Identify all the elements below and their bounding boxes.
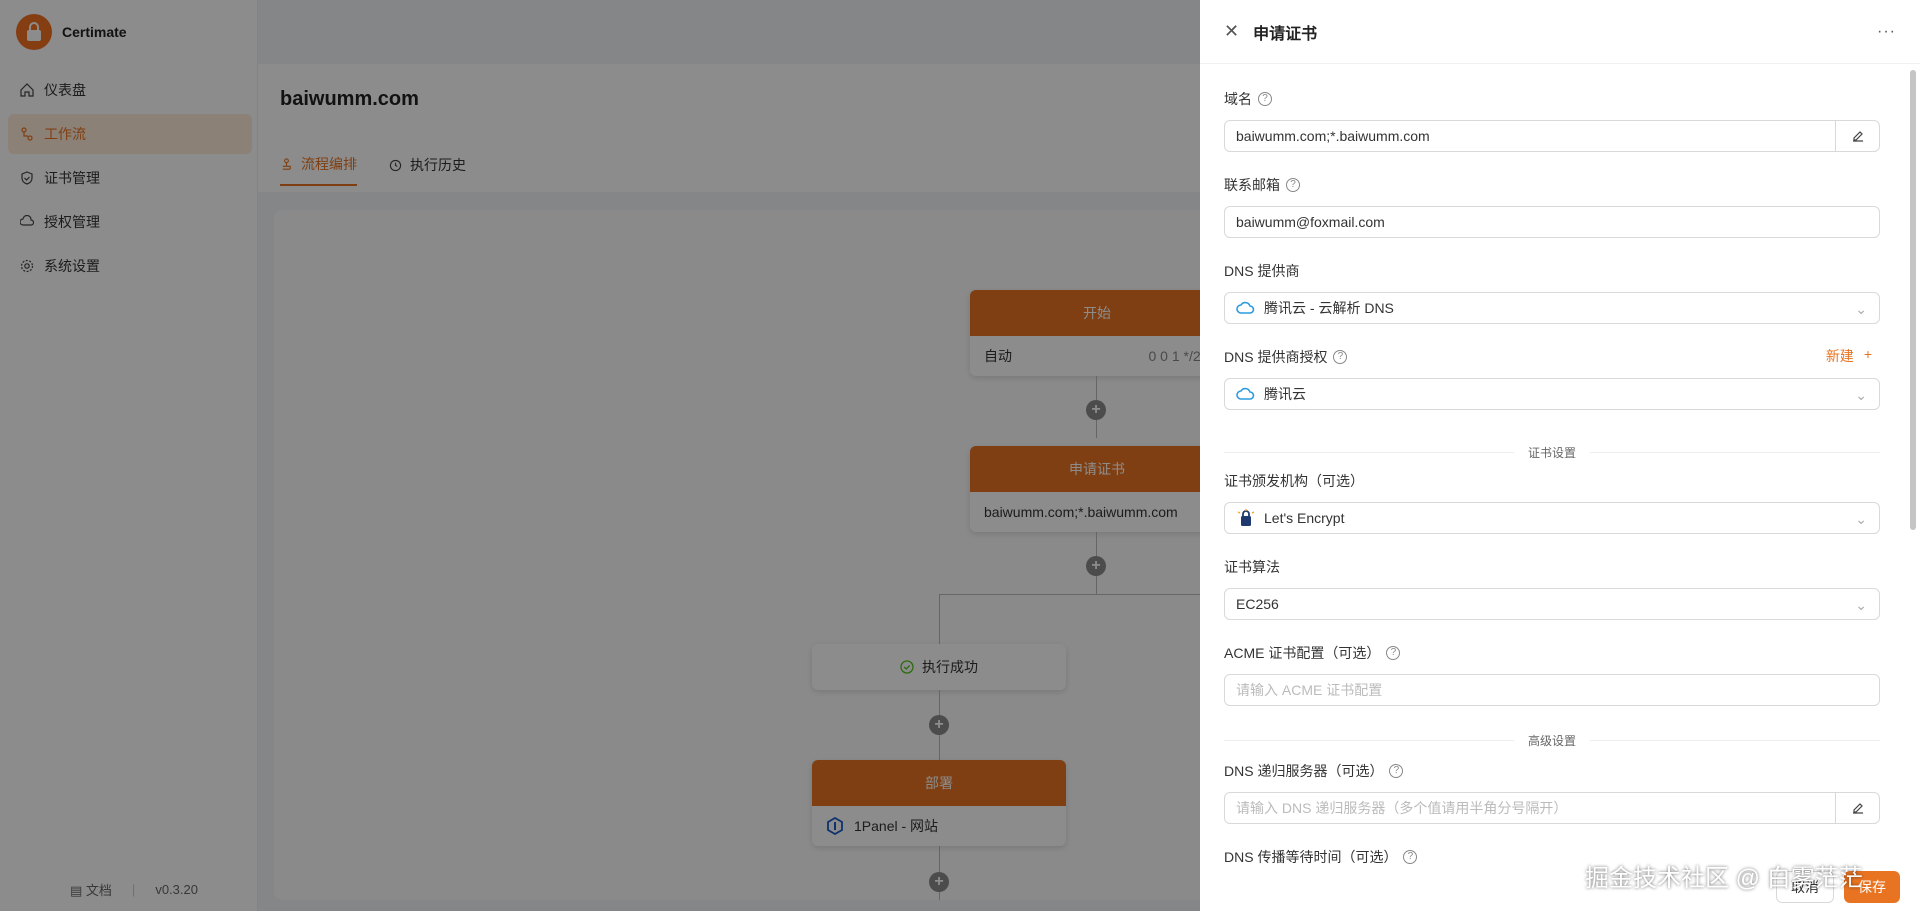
select-value: Let's Encrypt [1264,510,1345,526]
field-label: 联系邮箱 [1224,177,1280,193]
select-value: 腾讯云 - 云解析 DNS [1264,300,1394,316]
more-icon[interactable]: ··· [1877,23,1896,41]
field-label: 证书算法 [1224,559,1280,575]
algorithm-select[interactable]: EC256 ⌄ [1224,588,1880,620]
edit-icon[interactable] [1835,793,1879,823]
tencent-cloud-icon [1236,387,1256,401]
section-divider: 高级设置 [1224,730,1880,750]
chevron-down-icon: ⌄ [1855,301,1867,317]
placeholder-text: 请输入 ACME 证书配置 [1236,682,1383,698]
drawer-title: 申请证书 [1253,25,1318,43]
ca-field: 证书颁发机构（可选） Let's Encrypt ⌄ [1224,470,1880,534]
link-label: 新建 [1825,348,1854,364]
select-value: EC256 [1236,596,1279,612]
watermark-text: 掘金技术社区 @ 白雾茫茫 [1585,865,1863,892]
email-field: 联系邮箱? baiwumm@foxmail.com [1224,174,1880,238]
domain-input[interactable]: baiwumm.com;*.baiwumm.com [1224,120,1880,152]
new-access-link[interactable]: 新建 + [1826,346,1872,366]
tencent-cloud-icon [1236,301,1256,315]
input-value: baiwumm.com;*.baiwumm.com [1236,128,1430,144]
edit-icon[interactable] [1835,121,1879,151]
section-divider: 证书设置 [1224,442,1880,462]
dns-access-select[interactable]: 腾讯云 ⌄ [1224,378,1880,410]
letsencrypt-icon [1236,509,1256,527]
field-label: ACME 证书配置（可选） [1224,645,1381,661]
divider-label: 高级设置 [1528,733,1577,748]
email-input[interactable]: baiwumm@foxmail.com [1224,206,1880,238]
ca-select[interactable]: Let's Encrypt ⌄ [1224,502,1880,534]
plus-icon: + [1863,346,1872,362]
field-label: 证书颁发机构（可选） [1224,473,1364,489]
dns-provider-select[interactable]: 腾讯云 - 云解析 DNS ⌄ [1224,292,1880,324]
dns-provider-field: DNS 提供商 腾讯云 - 云解析 DNS ⌄ [1224,260,1880,324]
field-label: DNS 递归服务器（可选） [1224,763,1384,779]
modal-overlay[interactable] [0,0,1200,911]
apply-certificate-drawer: ✕ 申请证书 ··· 域名? baiwumm.com;*.baiwumm.com… [1200,0,1920,911]
field-label: 域名 [1224,91,1252,107]
drawer-scrollbar[interactable] [1910,70,1916,530]
divider-label: 证书设置 [1528,445,1577,460]
help-icon[interactable]: ? [1389,764,1404,778]
field-label: DNS 提供商 [1224,263,1300,279]
placeholder-text: 请输入 DNS 递归服务器（多个值请用半角分号隔开） [1236,800,1568,816]
help-icon[interactable]: ? [1286,178,1300,192]
select-value: 腾讯云 [1264,386,1306,402]
chevron-down-icon: ⌄ [1855,387,1867,403]
field-label: DNS 提供商授权 [1224,349,1328,365]
input-value: baiwumm@foxmail.com [1236,214,1385,230]
drawer-form: 域名? baiwumm.com;*.baiwumm.com 联系邮箱? baiw… [1224,64,1880,911]
algorithm-field: 证书算法 EC256 ⌄ [1224,556,1880,620]
dns-access-field: DNS 提供商授权? 新建 + 腾讯云 ⌄ [1224,346,1880,410]
chevron-down-icon: ⌄ [1855,597,1867,613]
domain-field: 域名? baiwumm.com;*.baiwumm.com [1224,88,1880,152]
acme-input[interactable]: 请输入 ACME 证书配置 [1224,674,1880,706]
help-icon[interactable]: ? [1333,350,1348,364]
help-icon[interactable]: ? [1386,646,1401,660]
chevron-down-icon: ⌄ [1855,511,1867,527]
acme-field: ACME 证书配置（可选）? 请输入 ACME 证书配置 [1224,642,1880,706]
close-icon[interactable]: ✕ [1224,21,1239,42]
dns-recursive-field: DNS 递归服务器（可选）? 请输入 DNS 递归服务器（多个值请用半角分号隔开… [1224,760,1880,824]
dns-recursive-input[interactable]: 请输入 DNS 递归服务器（多个值请用半角分号隔开） [1224,792,1880,824]
help-icon[interactable]: ? [1258,92,1272,106]
drawer-header: ✕ 申请证书 ··· [1200,0,1920,64]
